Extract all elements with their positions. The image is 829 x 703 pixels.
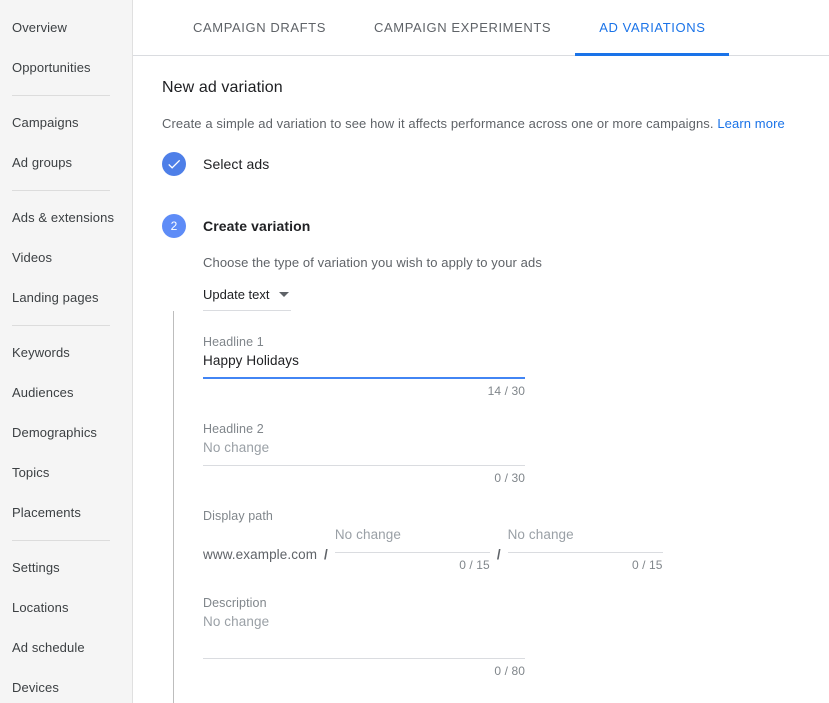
sidebar-item-placements[interactable]: Placements bbox=[0, 493, 132, 533]
headline-2-input[interactable]: No change bbox=[203, 438, 525, 466]
tab-campaign-drafts[interactable]: CAMPAIGN DRAFTS bbox=[169, 0, 350, 56]
field-display-path: Display path www.example.com / No change… bbox=[203, 507, 829, 572]
sidebar-item-opportunities[interactable]: Opportunities bbox=[0, 48, 132, 88]
step-1-title: Select ads bbox=[203, 153, 829, 175]
description-counter: 0 / 80 bbox=[203, 664, 525, 678]
description-input[interactable]: No change bbox=[203, 612, 525, 659]
display-path-2-counter: 0 / 15 bbox=[508, 558, 663, 572]
sidebar-item-audiences[interactable]: Audiences bbox=[0, 373, 132, 413]
page-subtitle-text: Create a simple ad variation to see how … bbox=[162, 116, 714, 131]
sidebar-item-settings[interactable]: Settings bbox=[0, 548, 132, 588]
headline-1-input[interactable]: Happy Holidays bbox=[203, 351, 525, 379]
sidebar-item-ad-groups[interactable]: Ad groups bbox=[0, 143, 132, 183]
step-2-body: Create variation Choose the type of vari… bbox=[203, 214, 829, 703]
display-path-2-input[interactable]: No change bbox=[508, 525, 663, 553]
sidebar-divider bbox=[12, 95, 110, 96]
headline-1-counter: 14 / 30 bbox=[203, 384, 525, 398]
display-path-segment-1: No change 0 / 15 bbox=[335, 525, 490, 572]
sidebar-item-videos[interactable]: Videos bbox=[0, 238, 132, 278]
create-variation-description: Choose the type of variation you wish to… bbox=[203, 255, 829, 270]
field-description: Description No change 0 / 80 bbox=[203, 594, 525, 678]
display-path-domain: www.example.com bbox=[203, 545, 317, 572]
display-path-separator-2: / bbox=[490, 545, 508, 572]
field-headline-1: Headline 1 Happy Holidays 14 / 30 bbox=[203, 333, 525, 398]
display-path-row: www.example.com / No change 0 / 15 / No … bbox=[203, 525, 829, 572]
tab-bar: CAMPAIGN DRAFTSCAMPAIGN EXPERIMENTSAD VA… bbox=[133, 0, 829, 56]
tab-campaign-experiments[interactable]: CAMPAIGN EXPERIMENTS bbox=[350, 0, 575, 56]
sidebar-divider bbox=[12, 540, 110, 541]
page-subtitle: Create a simple ad variation to see how … bbox=[133, 116, 829, 131]
variation-type-value: Update text bbox=[203, 287, 270, 302]
step-2-title: Create variation bbox=[203, 215, 829, 237]
display-path-1-input[interactable]: No change bbox=[335, 525, 490, 553]
stepper: Select ads 2 Create variation Choose the… bbox=[133, 152, 829, 703]
sidebar-divider bbox=[12, 325, 110, 326]
headline-2-label: Headline 2 bbox=[203, 420, 525, 438]
step-2-number: 2 bbox=[171, 219, 178, 233]
page-content: New ad variation Create a simple ad vari… bbox=[133, 56, 829, 703]
description-label: Description bbox=[203, 594, 525, 612]
display-path-1-counter: 0 / 15 bbox=[335, 558, 490, 572]
sidebar-item-topics[interactable]: Topics bbox=[0, 453, 132, 493]
variation-type-select[interactable]: Update text bbox=[203, 287, 291, 311]
sidebar-item-locations[interactable]: Locations bbox=[0, 588, 132, 628]
sidebar-item-campaigns[interactable]: Campaigns bbox=[0, 103, 132, 143]
display-path-segment-2: No change 0 / 15 bbox=[508, 525, 663, 572]
sidebar-item-overview[interactable]: Overview bbox=[0, 8, 132, 48]
chevron-down-icon bbox=[279, 292, 289, 297]
sidebar-item-ads-extensions[interactable]: Ads & extensions bbox=[0, 198, 132, 238]
sidebar-item-landing-pages[interactable]: Landing pages bbox=[0, 278, 132, 318]
page-title: New ad variation bbox=[133, 79, 829, 97]
headline-2-counter: 0 / 30 bbox=[203, 471, 525, 485]
learn-more-link[interactable]: Learn more bbox=[717, 116, 784, 131]
step-create-variation: 2 Create variation Choose the type of va… bbox=[162, 214, 829, 703]
step-2-number-badge: 2 bbox=[162, 214, 186, 238]
left-navigation-sidebar: OverviewOpportunities CampaignsAd groups A… bbox=[0, 0, 133, 703]
main-content-area: CAMPAIGN DRAFTSCAMPAIGN EXPERIMENTSAD VA… bbox=[133, 0, 829, 703]
display-path-label: Display path bbox=[203, 507, 829, 525]
display-path-separator-1: / bbox=[317, 545, 335, 572]
sidebar-item-demographics[interactable]: Demographics bbox=[0, 413, 132, 453]
stepper-gap bbox=[162, 176, 829, 214]
step-select-ads[interactable]: Select ads bbox=[162, 152, 829, 176]
step-1-complete-check-icon bbox=[162, 152, 186, 176]
sidebar-item-keywords[interactable]: Keywords bbox=[0, 333, 132, 373]
headline-1-label: Headline 1 bbox=[203, 333, 525, 351]
app-root: OverviewOpportunities CampaignsAd groups A… bbox=[0, 0, 829, 703]
sidebar-item-ad-schedule[interactable]: Ad schedule bbox=[0, 628, 132, 668]
field-headline-2: Headline 2 No change 0 / 30 bbox=[203, 420, 525, 485]
sidebar-divider bbox=[12, 190, 110, 191]
tab-ad-variations[interactable]: AD VARIATIONS bbox=[575, 0, 729, 56]
step-1-body: Select ads bbox=[203, 152, 829, 175]
sidebar-item-devices[interactable]: Devices bbox=[0, 668, 132, 703]
